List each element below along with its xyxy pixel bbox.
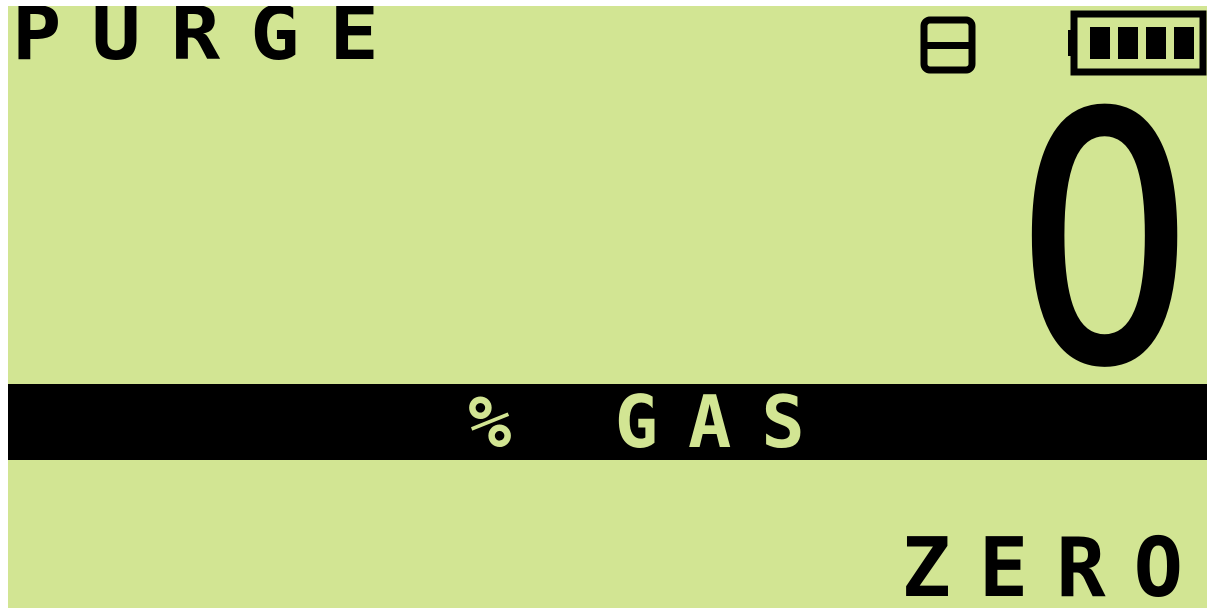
channel-indicator-icon <box>920 16 976 74</box>
unit-bar: % GAS <box>8 384 1207 460</box>
mode-label: PURGE <box>12 6 409 78</box>
unit-label: % GAS <box>468 380 835 464</box>
action-label: ZERO <box>901 521 1207 608</box>
gas-reading: 0 <box>1013 44 1195 440</box>
lcd-display: PURGE 0 % GAS ZERO <box>8 6 1207 608</box>
